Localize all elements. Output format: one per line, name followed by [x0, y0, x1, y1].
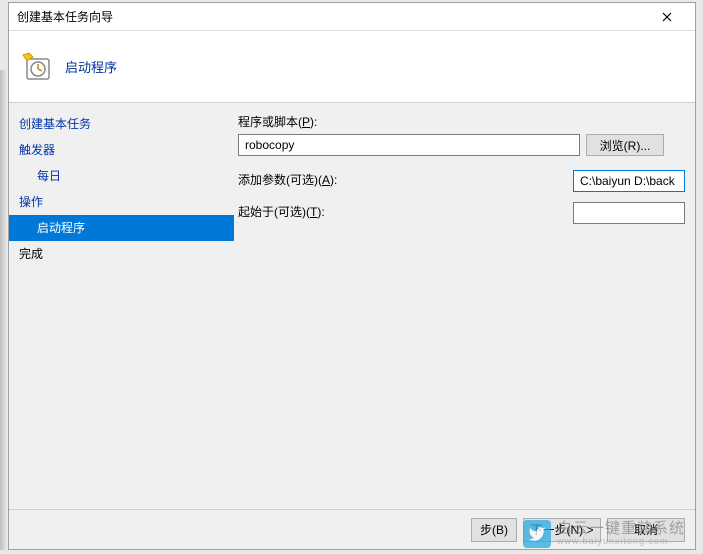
- browse-button[interactable]: 浏览(R)...: [586, 134, 664, 156]
- window-title: 创建基本任务向导: [17, 8, 113, 25]
- startin-input[interactable]: [573, 202, 685, 224]
- args-input[interactable]: [573, 170, 685, 192]
- args-label: 添加参数(可选)(A):: [238, 171, 337, 188]
- wizard-sidebar: 创建基本任务 触发器 每日 操作 启动程序 完成: [9, 103, 234, 509]
- titlebar: 创建基本任务向导: [9, 3, 695, 31]
- wizard-icon: [21, 51, 53, 83]
- startin-label: 起始于(可选)(T):: [238, 203, 325, 220]
- content-area: 创建基本任务 触发器 每日 操作 启动程序 完成 程序或脚本(P): 浏览(R)…: [9, 103, 695, 509]
- sidebar-item-trigger[interactable]: 触发器: [9, 137, 234, 163]
- close-icon: [662, 12, 672, 22]
- sidebar-item-action[interactable]: 操作: [9, 189, 234, 215]
- wizard-footer: 步(B) 下一步(N) > 取消: [9, 509, 695, 549]
- wizard-header: 启动程序: [9, 31, 695, 103]
- program-label: 程序或脚本(P):: [238, 113, 685, 130]
- sidebar-item-create-task[interactable]: 创建基本任务: [9, 111, 234, 137]
- cancel-button[interactable]: 取消: [607, 518, 685, 542]
- wizard-header-title: 启动程序: [65, 57, 117, 76]
- form-area: 程序或脚本(P): 浏览(R)... 添加参数(可选)(A): 起始于(可选)(…: [234, 103, 695, 509]
- close-button[interactable]: [647, 7, 687, 27]
- sidebar-item-daily[interactable]: 每日: [9, 163, 234, 189]
- program-input[interactable]: [238, 134, 580, 156]
- left-edge-decor: [0, 70, 6, 550]
- sidebar-item-start-program[interactable]: 启动程序: [9, 215, 234, 241]
- next-button[interactable]: 下一步(N) >: [523, 518, 601, 542]
- back-button[interactable]: 步(B): [471, 518, 517, 542]
- sidebar-item-finish: 完成: [9, 241, 234, 267]
- wizard-window: 创建基本任务向导 启动程序 创建基本任务 触发器 每日 操作 启动程序 完成: [8, 2, 696, 550]
